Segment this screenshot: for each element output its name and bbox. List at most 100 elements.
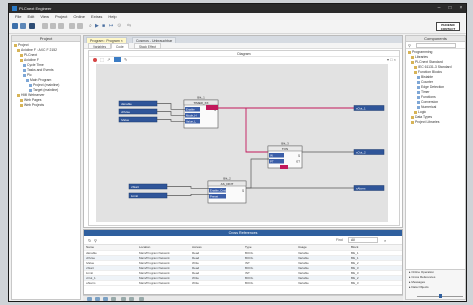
folder-icon	[17, 94, 20, 97]
redo-icon[interactable]	[77, 23, 83, 29]
block-tool-icon[interactable]	[114, 57, 121, 62]
paste-icon[interactable]	[58, 23, 64, 29]
save-icon[interactable]	[29, 23, 35, 29]
copy-icon[interactable]	[50, 23, 56, 29]
table-row[interactable]: xAlarm Main/Program:Network Write BOOL Varia…	[84, 280, 402, 286]
subtab-stack-effect[interactable]: Stack Effect	[134, 43, 161, 49]
view-grid-icon[interactable]	[95, 297, 100, 301]
table-cell: BOOL	[243, 280, 296, 286]
folder-icon	[417, 86, 420, 89]
menu-online[interactable]: Online	[73, 14, 85, 19]
menu-file[interactable]: File	[15, 14, 21, 19]
block-instance-name: Blk_1	[197, 96, 205, 100]
editor-status-strip	[83, 295, 403, 301]
folder-icon	[29, 84, 32, 87]
cross-references-table: Name Location Access Type Usage Block xEnable…	[84, 245, 402, 286]
wire-icon[interactable]: ↗	[107, 57, 110, 62]
application-window: PLCnext Engineer – □ × File Edit View Proje…	[8, 3, 467, 302]
zoom-slider[interactable]	[417, 294, 463, 298]
filter-icon[interactable]: ⚲	[94, 238, 97, 243]
online-icon[interactable]	[121, 297, 126, 301]
menu-view[interactable]: View	[40, 14, 49, 19]
components-tree-item-label: Project Libraries	[415, 120, 440, 124]
folder-icon	[414, 71, 417, 74]
input-pin-label: Value_L	[186, 119, 197, 123]
new-icon[interactable]	[12, 23, 18, 29]
menu-project[interactable]: Project	[55, 14, 67, 19]
zoom-icon[interactable]: ⌕	[89, 23, 92, 29]
folder-icon	[417, 76, 420, 79]
variable-label: iValue	[121, 118, 129, 122]
subtab-variables[interactable]: Variables	[88, 43, 112, 49]
record-icon[interactable]	[93, 58, 97, 62]
components-footer: ▸ Online Operation ▸ Cross References ▸ Me…	[406, 269, 465, 299]
undo-icon[interactable]	[69, 23, 75, 29]
input-pin-label: Preset	[210, 194, 218, 198]
components-footer-item[interactable]: ▸ Data Objects	[406, 285, 465, 290]
table-body: xEnable Main/Program:Network Read BOOL Varia…	[84, 250, 402, 286]
project-tree-item[interactable]: Web Projects	[14, 103, 78, 108]
folder-icon	[23, 74, 26, 77]
wire	[157, 103, 185, 110]
cut-icon[interactable]	[42, 23, 48, 29]
step-icon[interactable]: ↦	[109, 23, 113, 29]
block-instance-name: Blk_2	[223, 177, 231, 181]
title-bar: PLCnext Engineer – □ ×	[9, 4, 466, 13]
comment-icon[interactable]: ✎	[124, 57, 127, 62]
scope-select[interactable]: All	[348, 237, 378, 243]
components-tree-item[interactable]: Project Libraries	[408, 120, 463, 125]
function-block-type: TIMER_XX	[193, 101, 208, 105]
folder-icon	[414, 111, 417, 114]
menu-edit[interactable]: Edit	[27, 14, 34, 19]
variable-label: xPulse	[121, 110, 130, 114]
minimize-icon[interactable]: –	[434, 5, 444, 12]
wire	[157, 119, 185, 122]
menu-bar: File Edit View Project Online Extras Help	[9, 13, 466, 20]
maximize-icon[interactable]: □	[445, 5, 455, 12]
fbd-grid[interactable]: xEnable xPulse iValue Blk_1 TIMER_XX Enable Mo…	[96, 64, 388, 222]
table-cell: Variable	[296, 280, 349, 286]
close-icon[interactable]: ×	[456, 5, 466, 12]
open-icon[interactable]	[20, 23, 26, 29]
active-output-marker	[206, 105, 218, 110]
wire	[167, 186, 209, 189]
search-icon[interactable]: ⌕	[384, 238, 386, 243]
wire	[167, 193, 209, 196]
folder-icon	[23, 69, 26, 72]
app-logo-icon	[12, 6, 17, 11]
components-search-input[interactable]	[416, 43, 456, 48]
input-pin-label: Enable	[186, 107, 195, 111]
output-variable-label: xOut_2	[356, 150, 366, 154]
refresh-icon[interactable]: ↻	[88, 238, 91, 243]
menu-extras[interactable]: Extras	[91, 14, 102, 19]
folder-icon	[26, 79, 29, 82]
watch-icon[interactable]	[129, 297, 134, 301]
output-icon[interactable]	[139, 297, 144, 301]
variable-label: xStart	[131, 185, 139, 189]
connect-icon[interactable]: ⇆	[127, 23, 131, 29]
components-filter-icon[interactable]: ⚲	[408, 43, 411, 48]
folder-icon	[411, 116, 414, 119]
view-tree-icon[interactable]	[103, 297, 108, 301]
debug-icon[interactable]: ⚙	[117, 23, 121, 29]
canvas-options-icon[interactable]: ▾ □ ×	[387, 57, 396, 62]
run-icon[interactable]: ▶	[95, 23, 99, 29]
find-label: Find	[336, 238, 343, 242]
messages-icon[interactable]	[111, 297, 116, 301]
input-pin-label: Enable_Cmd	[210, 188, 227, 192]
program-editor: Program : Program × Cosmos - Unbrauchbar…	[83, 35, 403, 228]
project-panel: Project Project Axioline F : AXC F 2152 PL…	[11, 35, 81, 300]
stop-icon[interactable]: ■	[102, 23, 105, 29]
subtab-code[interactable]: Code	[111, 43, 129, 49]
folder-icon	[20, 59, 23, 62]
project-tree-item-label: Web Projects	[24, 103, 45, 107]
folder-icon	[23, 64, 26, 67]
menu-help[interactable]: Help	[108, 14, 116, 19]
output-variable-label: xAlarm	[356, 186, 366, 190]
folder-icon	[29, 89, 32, 92]
cross-references-panel: Cross References ↻ ⚲ Find All ⌕ Name Loca…	[83, 229, 403, 295]
folder-icon	[20, 54, 23, 57]
view-list-icon[interactable]	[87, 297, 92, 301]
diagram-canvas-frame: Diagram ⬚ ↗ ✎ ▾ □ × xEnable xPulse iValue B…	[88, 50, 400, 226]
select-icon[interactable]: ⬚	[100, 57, 104, 62]
